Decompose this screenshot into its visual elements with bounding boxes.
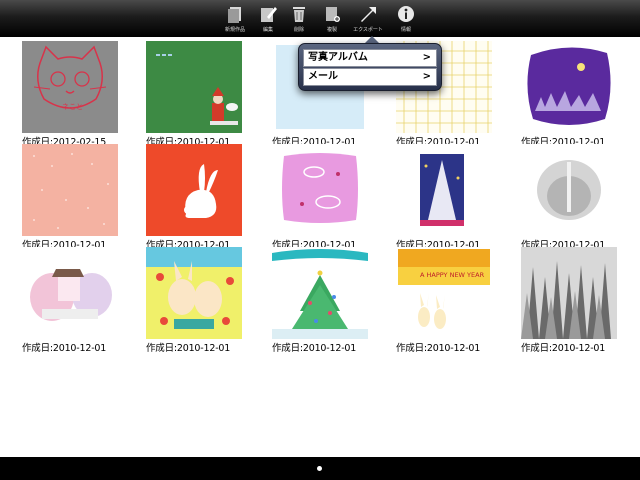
new-year-text: A HAPPY NEW YEAR: [420, 271, 485, 279]
info-button[interactable]: 情報: [384, 4, 428, 36]
artwork-caption-text: ネこと: [62, 103, 83, 111]
artwork-date: 作成日:2010-12-01: [146, 343, 231, 354]
info-icon: [398, 6, 414, 22]
export-mail-label: メール: [308, 71, 338, 82]
page-indicator-dot[interactable]: [317, 466, 322, 471]
chevron-right-icon: >: [422, 52, 431, 63]
export-popover: 写真アルバム > メール >: [298, 43, 442, 91]
artwork-thumbnail[interactable]: [272, 144, 368, 236]
artwork-thumbnail[interactable]: ネこと: [22, 41, 118, 133]
artwork-thumbnail[interactable]: [521, 247, 617, 339]
new-artwork-icon: [228, 7, 241, 23]
export-icon: [361, 7, 376, 22]
artwork-thumbnail[interactable]: [272, 247, 368, 339]
edit-icon: [261, 7, 277, 22]
artwork-thumbnail[interactable]: [146, 247, 242, 339]
artwork-date: 作成日:2010-12-01: [272, 343, 357, 354]
artwork-thumbnail[interactable]: [146, 144, 242, 236]
artwork-thumbnail[interactable]: [22, 144, 118, 236]
chevron-right-icon: >: [422, 71, 431, 82]
duplicate-icon: [326, 7, 340, 22]
info-label: 情報: [400, 27, 411, 33]
export-photo-album-item[interactable]: 写真アルバム >: [303, 49, 437, 67]
trash-icon: [293, 7, 305, 22]
artwork-date: 作成日:2010-12-01: [521, 343, 606, 354]
export-photo-album-label: 写真アルバム: [308, 52, 368, 63]
page-indicator-bar: [0, 457, 640, 480]
artwork-gallery: ネこと 作成日:2012-02-15 作成日:2010-12-01 作成日:20…: [0, 37, 640, 457]
artwork-thumbnail[interactable]: [521, 41, 617, 133]
export-mail-item[interactable]: メール >: [303, 68, 437, 86]
toolbar: 新規作品 編集 削除 複製 エクスポート 情報: [0, 0, 640, 37]
artwork-thumbnail[interactable]: A HAPPY NEW YEAR: [396, 247, 492, 339]
artwork-thumbnail[interactable]: [521, 144, 617, 236]
artwork-thumbnail[interactable]: [146, 41, 242, 133]
artwork-thumbnail[interactable]: [396, 144, 492, 236]
artwork-date: 作成日:2010-12-01: [396, 343, 481, 354]
artwork-date: 作成日:2010-12-01: [22, 343, 107, 354]
artwork-thumbnail[interactable]: [22, 247, 118, 339]
